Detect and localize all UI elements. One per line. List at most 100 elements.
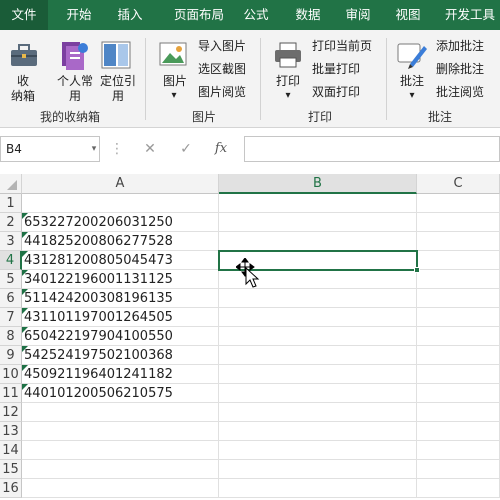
- cell-c14[interactable]: [417, 441, 500, 460]
- formula-input[interactable]: [244, 136, 500, 162]
- cell-b8[interactable]: [219, 327, 417, 346]
- tab-data[interactable]: 数据: [286, 0, 330, 30]
- print-button[interactable]: 打印: [268, 74, 308, 89]
- import-picture-button[interactable]: 导入图片: [198, 35, 246, 57]
- cell-c13[interactable]: [417, 422, 500, 441]
- cell-a6[interactable]: 511424200308196135: [22, 289, 219, 308]
- row-header[interactable]: 15: [0, 460, 22, 479]
- row-header[interactable]: 14: [0, 441, 22, 460]
- cell-c2[interactable]: [417, 213, 500, 232]
- cell-a10[interactable]: 450921196401241182: [22, 365, 219, 384]
- confirm-edit-icon[interactable]: ✓: [174, 136, 198, 162]
- cell-a12[interactable]: [22, 403, 219, 422]
- cell-a15[interactable]: [22, 460, 219, 479]
- cell-b7[interactable]: [219, 308, 417, 327]
- cell-a1[interactable]: [22, 194, 219, 213]
- tab-review[interactable]: 审阅: [338, 0, 378, 30]
- cell-a14[interactable]: [22, 441, 219, 460]
- cell-c5[interactable]: [417, 270, 500, 289]
- cell-b10[interactable]: [219, 365, 417, 384]
- cell-a3[interactable]: 441825200806277528: [22, 232, 219, 251]
- row-header[interactable]: 13: [0, 422, 22, 441]
- row-header[interactable]: 4: [0, 251, 22, 270]
- duplex-print-button[interactable]: 双面打印: [312, 81, 360, 103]
- cancel-edit-icon[interactable]: ✕: [138, 136, 162, 162]
- cell-a8[interactable]: 650422197904100550: [22, 327, 219, 346]
- cell-a5[interactable]: 340122196001131125: [22, 270, 219, 289]
- region-screenshot-button[interactable]: 选区截图: [198, 58, 246, 80]
- comment-button[interactable]: 批注: [392, 74, 432, 89]
- column-header-a[interactable]: A: [22, 174, 219, 194]
- tab-formulas[interactable]: 公式: [236, 0, 276, 30]
- comment-dropdown-icon[interactable]: ▾: [404, 88, 420, 103]
- add-comment-button[interactable]: 添加批注: [436, 35, 484, 57]
- row-header[interactable]: 7: [0, 308, 22, 327]
- cell-a16[interactable]: [22, 479, 219, 498]
- cell-b1[interactable]: [219, 194, 417, 213]
- tab-insert[interactable]: 插入: [108, 0, 152, 30]
- cell-b12[interactable]: [219, 403, 417, 422]
- row-header[interactable]: 11: [0, 384, 22, 403]
- row-header[interactable]: 3: [0, 232, 22, 251]
- row-header[interactable]: 9: [0, 346, 22, 365]
- cell-b9[interactable]: [219, 346, 417, 365]
- print-current-page-button[interactable]: 打印当前页: [312, 35, 372, 57]
- picture-browse-button[interactable]: 图片阅览: [198, 81, 246, 103]
- more-options-icon[interactable]: ⋮: [110, 136, 124, 162]
- insert-function-icon[interactable]: fx: [208, 136, 234, 162]
- row-header[interactable]: 6: [0, 289, 22, 308]
- row-header[interactable]: 8: [0, 327, 22, 346]
- cell-a7[interactable]: 431101197001264505: [22, 308, 219, 327]
- cell-c16[interactable]: [417, 479, 500, 498]
- column-header-c[interactable]: C: [417, 174, 500, 194]
- name-box-dropdown-icon[interactable]: ▾: [88, 136, 100, 162]
- delete-comment-button[interactable]: 删除批注: [436, 58, 484, 80]
- cell-b3[interactable]: [219, 232, 417, 251]
- cell-c1[interactable]: [417, 194, 500, 213]
- batch-print-button[interactable]: 批量打印: [312, 58, 360, 80]
- cell-c4[interactable]: [417, 251, 500, 270]
- select-all-corner[interactable]: [0, 174, 22, 194]
- cell-b2[interactable]: [219, 213, 417, 232]
- tab-page-layout[interactable]: 页面布局: [158, 0, 240, 30]
- personal-common-button[interactable]: 个人常 用: [50, 74, 100, 104]
- comment-browse-button[interactable]: 批注阅览: [436, 81, 484, 103]
- cell-b14[interactable]: [219, 441, 417, 460]
- cell-b15[interactable]: [219, 460, 417, 479]
- cell-c12[interactable]: [417, 403, 500, 422]
- picture-button[interactable]: 图片: [154, 74, 196, 89]
- cell-c9[interactable]: [417, 346, 500, 365]
- cell-c11[interactable]: [417, 384, 500, 403]
- row-header[interactable]: 1: [0, 194, 22, 213]
- tab-home[interactable]: 开始: [56, 0, 102, 30]
- cell-a13[interactable]: [22, 422, 219, 441]
- tab-view[interactable]: 视图: [390, 0, 426, 30]
- row-header[interactable]: 16: [0, 479, 22, 498]
- column-header-b[interactable]: B: [219, 174, 417, 194]
- cell-b6[interactable]: [219, 289, 417, 308]
- tab-file[interactable]: 文件: [0, 0, 48, 30]
- cell-c15[interactable]: [417, 460, 500, 479]
- locate-reference-button[interactable]: 定位引 用: [96, 74, 140, 104]
- row-header[interactable]: 12: [0, 403, 22, 422]
- picture-dropdown-icon[interactable]: ▾: [166, 88, 182, 103]
- cell-a9[interactable]: 542524197502100368: [22, 346, 219, 365]
- tab-developer[interactable]: 开发工具: [440, 0, 500, 30]
- row-header[interactable]: 10: [0, 365, 22, 384]
- cell-a4[interactable]: 431281200805045473: [22, 251, 219, 270]
- row-header[interactable]: 5: [0, 270, 22, 289]
- print-dropdown-icon[interactable]: ▾: [280, 88, 296, 103]
- fill-handle[interactable]: [414, 267, 420, 273]
- cell-a11[interactable]: 440101200506210575: [22, 384, 219, 403]
- cell-c8[interactable]: [417, 327, 500, 346]
- cell-c10[interactable]: [417, 365, 500, 384]
- row-header[interactable]: 2: [0, 213, 22, 232]
- cell-b13[interactable]: [219, 422, 417, 441]
- toolbox-button[interactable]: 收 纳箱: [4, 74, 42, 104]
- cell-c6[interactable]: [417, 289, 500, 308]
- cell-a2[interactable]: 653227200206031250: [22, 213, 219, 232]
- cell-c3[interactable]: [417, 232, 500, 251]
- cell-b11[interactable]: [219, 384, 417, 403]
- cell-b16[interactable]: [219, 479, 417, 498]
- name-box[interactable]: B4: [0, 136, 100, 162]
